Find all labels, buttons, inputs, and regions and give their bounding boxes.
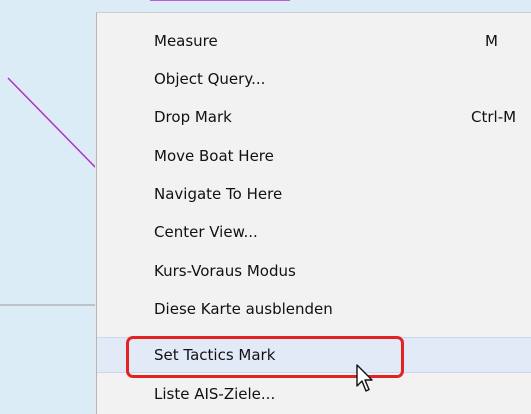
menu-item-label: Liste AIS-Ziele... (154, 385, 276, 403)
menu-item-label: Kurs-Voraus Modus (154, 262, 296, 280)
menu-item-label: Drop Mark (154, 108, 232, 126)
menu-item-drop-mark[interactable]: Drop Mark Ctrl-M (97, 98, 531, 136)
menu-item-label: Measure (154, 32, 218, 50)
screen: Measure M Object Query... Drop Mark Ctrl… (0, 0, 531, 414)
menu-item-diese-karte-ausblenden[interactable]: Diese Karte ausblenden (97, 290, 531, 328)
menu-item-shortcut: Ctrl-M (471, 108, 517, 126)
menu-item-label: Navigate To Here (154, 185, 283, 203)
menu-item-object-query[interactable]: Object Query... (97, 60, 531, 98)
menu-item-kurs-voraus-modus[interactable]: Kurs-Voraus Modus (97, 252, 531, 290)
menu-item-liste-ais-ziele[interactable]: Liste AIS-Ziele... (97, 375, 531, 413)
menu-item-label: Move Boat Here (154, 147, 274, 165)
menu-item-label: Center View... (154, 223, 258, 241)
menu-item-shortcut: M (485, 32, 498, 50)
mouse-pointer-icon (356, 364, 373, 392)
menu-item-navigate-to-here[interactable]: Navigate To Here (97, 175, 531, 213)
menu-item-label: Diese Karte ausblenden (154, 300, 333, 318)
menu-item-measure[interactable]: Measure M (97, 22, 531, 60)
menu-item-center-view[interactable]: Center View... (97, 213, 531, 251)
menu-item-label: Object Query... (154, 70, 266, 88)
menu-item-move-boat-here[interactable]: Move Boat Here (97, 137, 531, 175)
